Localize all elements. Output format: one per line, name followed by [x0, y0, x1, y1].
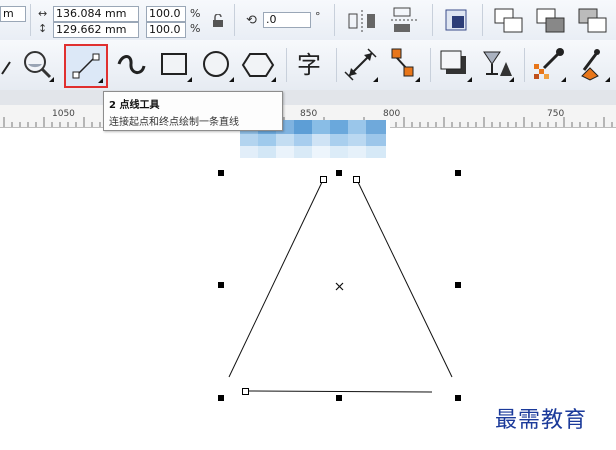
tooltip-title: 2 点线工具: [109, 100, 160, 111]
selection-handle-bottom-left[interactable]: [218, 395, 224, 401]
selection-handle-top-center[interactable]: [336, 170, 342, 176]
triangle-left-edge[interactable]: [228, 179, 324, 378]
selection-handle-middle-left[interactable]: [218, 282, 224, 288]
line-node[interactable]: [353, 176, 360, 183]
triangle-right-edge[interactable]: [356, 179, 453, 378]
selection-handle-bottom-right[interactable]: [455, 395, 461, 401]
selection-handle-bottom-center[interactable]: [336, 395, 342, 401]
triangle-bottom-edge[interactable]: [244, 390, 433, 393]
line-node[interactable]: [320, 176, 327, 183]
watermark-text: 最需教育: [495, 408, 588, 433]
triangle-drawing[interactable]: [0, 0, 616, 450]
tool-tooltip: 2 点线工具 连接起点和终点绘制一条直线: [103, 91, 283, 131]
tooltip-description: 连接起点和终点绘制一条直线: [109, 117, 239, 128]
selection-handle-middle-right[interactable]: [455, 282, 461, 288]
line-node[interactable]: [242, 388, 249, 395]
selection-handle-top-right[interactable]: [455, 170, 461, 176]
selection-handle-top-left[interactable]: [218, 170, 224, 176]
